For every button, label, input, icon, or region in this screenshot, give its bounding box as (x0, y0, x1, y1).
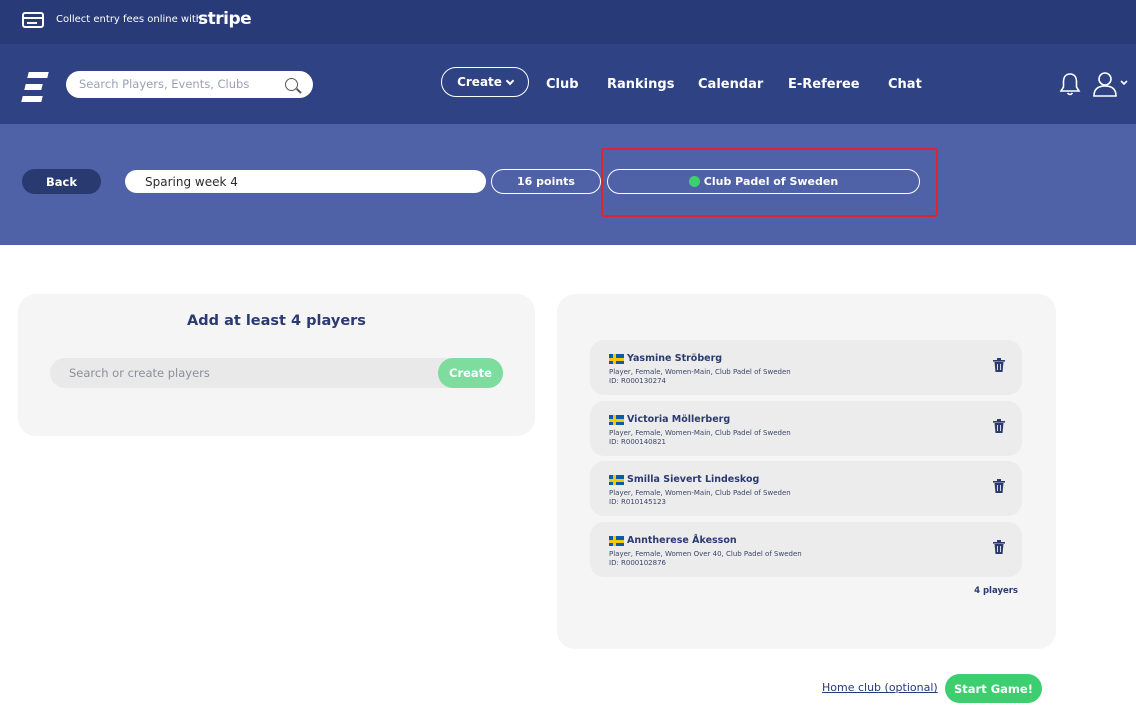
player-card: Yasmine Ströberg Player, Female, Women-M… (590, 340, 1022, 395)
create-menu-button[interactable]: Create (441, 67, 529, 97)
trash-icon[interactable] (993, 358, 1005, 372)
user-avatar-icon[interactable] (1093, 71, 1129, 97)
player-name[interactable]: Yasmine Ströberg (627, 353, 722, 364)
player-name[interactable]: Anntherese Åkesson (627, 535, 737, 546)
sweden-flag-icon (609, 354, 624, 364)
nav-link-chat[interactable]: Chat (888, 77, 922, 92)
player-id: ID: R010145123 (609, 498, 666, 506)
player-id: ID: R000102876 (609, 559, 666, 567)
player-description: Player, Female, Women Over 40, Club Pade… (609, 550, 802, 558)
player-description: Player, Female, Women-Main, Club Padel o… (609, 368, 791, 376)
points-label: 16 points (517, 175, 575, 188)
create-label: Create (457, 75, 502, 89)
trash-icon[interactable] (993, 540, 1005, 554)
trash-icon[interactable] (993, 419, 1005, 433)
top-navigation: Search Players, Events, Clubs Create Clu… (0, 44, 1136, 124)
player-count: 4 players (974, 586, 1018, 596)
chevron-down-icon (505, 76, 515, 85)
add-players-panel: Add at least 4 players Search or create … (18, 294, 535, 436)
player-description: Player, Female, Women-Main, Club Padel o… (609, 429, 791, 437)
promo-text: Collect entry fees online with (56, 14, 203, 25)
player-id: ID: R000130274 (609, 377, 666, 385)
start-game-button[interactable]: Start Game! (945, 674, 1042, 703)
nav-link-e-referee[interactable]: E-Referee (788, 77, 860, 92)
player-card: Victoria Möllerberg Player, Female, Wome… (590, 401, 1022, 456)
create-player-button[interactable]: Create (438, 358, 503, 388)
player-search-placeholder: Search or create players (69, 366, 210, 380)
sweden-flag-icon (609, 475, 624, 485)
player-search-input[interactable]: Search or create players Create (50, 358, 503, 388)
back-button[interactable]: Back (22, 169, 101, 194)
nav-link-club[interactable]: Club (546, 77, 579, 92)
credit-card-icon (22, 12, 44, 28)
player-name[interactable]: Smilla Sievert Lindeskog (627, 474, 759, 485)
player-card: Smilla Sievert Lindeskog Player, Female,… (590, 461, 1022, 516)
bell-icon[interactable] (1059, 72, 1081, 96)
player-id: ID: R000140821 (609, 438, 666, 446)
global-search-input[interactable]: Search Players, Events, Clubs (66, 71, 313, 98)
promo-bar[interactable]: Collect entry fees online with stripe (0, 0, 1136, 44)
stripe-logo: stripe (198, 9, 252, 29)
nav-link-calendar[interactable]: Calendar (698, 77, 763, 92)
player-card: Anntherese Åkesson Player, Female, Women… (590, 522, 1022, 577)
add-players-title: Add at least 4 players (187, 313, 366, 329)
sweden-flag-icon (609, 415, 624, 425)
home-club-link[interactable]: Home club (optional) (822, 681, 938, 694)
app-logo-icon[interactable] (21, 72, 49, 102)
search-placeholder: Search Players, Events, Clubs (79, 77, 250, 91)
nav-link-rankings[interactable]: Rankings (607, 77, 674, 92)
selected-players-panel: Yasmine Ströberg Player, Female, Women-M… (557, 294, 1056, 649)
player-name[interactable]: Victoria Möllerberg (627, 414, 730, 425)
sweden-flag-icon (609, 536, 624, 546)
points-button[interactable]: 16 points (491, 169, 601, 194)
game-title-input[interactable]: Sparing week 4 (125, 170, 486, 193)
player-description: Player, Female, Women-Main, Club Padel o… (609, 489, 791, 497)
highlight-box (601, 148, 938, 217)
search-icon[interactable] (285, 78, 298, 91)
trash-icon[interactable] (993, 479, 1005, 493)
game-header: Back Sparing week 4 16 points Club Padel… (0, 124, 1136, 245)
